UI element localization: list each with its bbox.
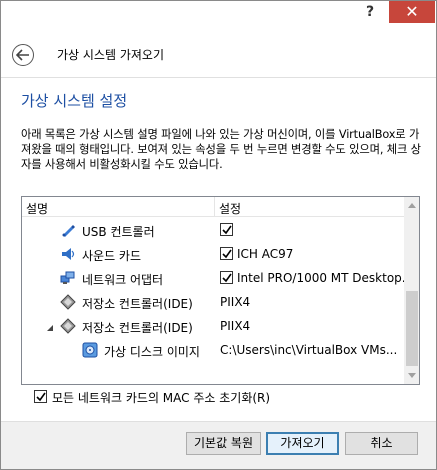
scroll-down-icon[interactable] (408, 373, 416, 378)
column-divider[interactable] (214, 197, 215, 217)
table-row-network-adapter[interactable]: 네트워크 어댑터 Intel PRO/1000 MT Desktop... (22, 266, 413, 290)
row-value[interactable]: PIIX4 (220, 295, 250, 309)
hard-disk-icon (82, 342, 98, 358)
row-label: 저장소 컨트롤러(IDE) (82, 321, 193, 335)
table-row-virtual-disk-image[interactable]: 가상 디스크 이미지 C:\Users\inc\VirtualBox VMs..… (22, 338, 404, 362)
column-header-setting[interactable]: 설정 (219, 200, 241, 217)
usb-icon (60, 222, 76, 238)
scrollbar-thumb[interactable] (406, 291, 418, 366)
import-appliance-dialog: ? ✕ 가상 시스템 가져오기 가상 시스템 설정 아래 목록은 가상 시스템 … (0, 0, 437, 470)
help-button[interactable]: ? (356, 1, 384, 23)
audio-icon (60, 246, 76, 262)
appliance-settings-table[interactable]: 설명 설정 USB 컨트롤러 사운드 카드 ICH AC97 네트워크 어댑터 … (21, 196, 420, 385)
row-label: 사운드 카드 (82, 249, 142, 263)
title-bar: ? ✕ (1, 1, 436, 31)
row-value[interactable]: PIIX4 (220, 319, 250, 333)
table-row-usb-controller[interactable]: USB 컨트롤러 (22, 218, 404, 242)
restore-defaults-button[interactable]: 기본값 복원 (186, 432, 261, 455)
storage-controller-icon (60, 294, 76, 310)
table-row-storage-controller-expanded[interactable]: 저장소 컨트롤러(IDE) PIIX4 (22, 314, 404, 338)
table-row-storage-controller[interactable]: 저장소 컨트롤러(IDE) PIIX4 (22, 290, 404, 314)
row-value[interactable]: ICH AC97 (237, 247, 293, 261)
row-label: 네트워크 어댑터 (82, 273, 164, 287)
page-description: 아래 목록은 가상 시스템 설명 파일에 나와 있는 가상 머신이며, 이를 V… (21, 128, 421, 171)
row-value[interactable]: C:\Users\inc\VirtualBox VMs... (220, 343, 397, 357)
page-title: 가상 시스템 설정 (21, 92, 128, 110)
close-button[interactable]: ✕ (389, 1, 435, 23)
import-button[interactable]: 가져오기 (266, 432, 339, 455)
reset-mac-label[interactable]: 모든 네트워크 카드의 MAC 주소 초기화(R) (52, 389, 270, 406)
button-bar: 기본값 복원 가져오기 취소 (1, 421, 436, 469)
table-row-audio[interactable]: 사운드 카드 ICH AC97 (22, 242, 404, 266)
row-checkbox[interactable] (220, 223, 233, 236)
back-button[interactable] (12, 44, 34, 66)
header-divider (1, 77, 436, 78)
cancel-button[interactable]: 취소 (345, 432, 418, 455)
wizard-title: 가상 시스템 가져오기 (57, 48, 164, 62)
row-value[interactable]: Intel PRO/1000 MT Desktop... (237, 271, 413, 285)
back-arrow-icon (16, 49, 29, 61)
reset-mac-checkbox[interactable] (34, 390, 47, 403)
expanded-triangle-icon[interactable] (46, 321, 54, 335)
column-header-description[interactable]: 설명 (26, 200, 48, 217)
row-checkbox[interactable] (220, 271, 233, 284)
vertical-scrollbar[interactable] (404, 197, 419, 384)
scroll-up-icon[interactable] (408, 203, 416, 208)
storage-controller-icon (60, 318, 76, 334)
row-label: USB 컨트롤러 (82, 225, 155, 239)
row-label: 가상 디스크 이미지 (104, 345, 200, 359)
row-label: 저장소 컨트롤러(IDE) (82, 297, 193, 311)
table-header: 설명 설정 (22, 197, 404, 217)
network-icon (60, 270, 76, 286)
row-checkbox[interactable] (220, 247, 233, 260)
